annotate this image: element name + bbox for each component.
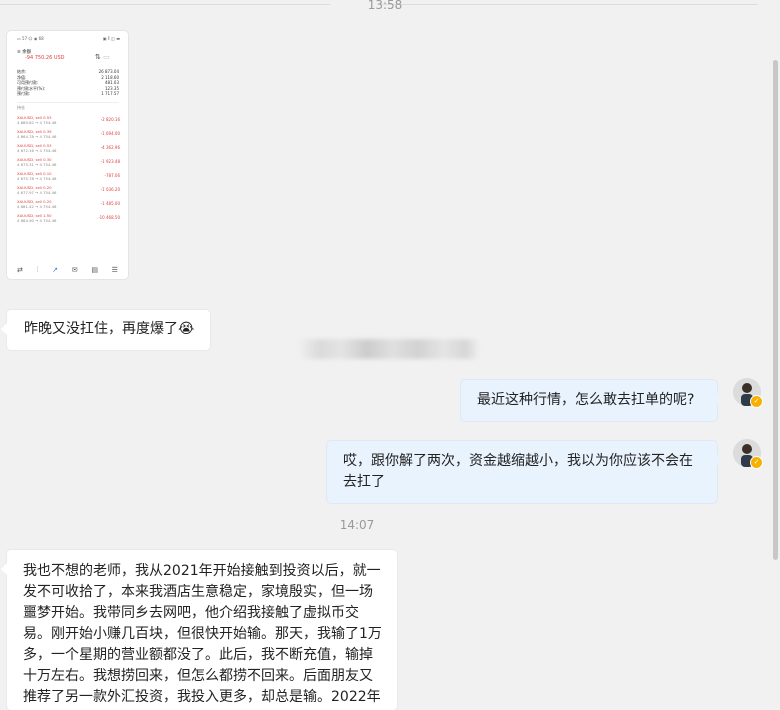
history-icon: ▤ <box>91 266 98 274</box>
timestamp: 13:58 <box>367 0 403 12</box>
status-right: ▣ ⁑ ◫ ▬ <box>102 36 120 41</box>
positions-list: XAUUSD, sell 0.53 4 689.82 → 4 754.46 -2 8… <box>17 115 120 227</box>
position-row: XAUUSD, sell 0.53 4 689.82 → 4 754.46 -2 8… <box>17 115 120 125</box>
phone-bottom-nav: ⇄ ⫶ ↗ ✉ ▤ ☰ <box>17 266 118 275</box>
bubble-tail <box>1 563 7 575</box>
blurred-content <box>298 339 480 359</box>
bubble-tail <box>717 454 723 466</box>
timestamp: 14:07 <box>339 518 375 532</box>
message-text: 哎，跟你解了两次，资金越缩越小，我以为你应该不会在去扛了 <box>343 453 693 490</box>
position-row: XAUUSD, sell 0.20 4 681.42 → 4 754.46 -1 4… <box>17 199 120 209</box>
message-text: 昨晚又没扛住，再度爆了😭 <box>24 321 195 337</box>
message-text: 我也不想的老师，我从2021年开始接触到投资以后，就一发不可收拾了，本来我酒店生… <box>23 563 382 705</box>
avatar[interactable]: ✓ <box>733 439 763 469</box>
account-value: -94 750.26 USD <box>25 55 65 61</box>
position-row: XAUUSD, sell 0.20 4 677.97 → 4 754.46 -1 0… <box>17 185 120 195</box>
sort-icon: ⇅ ▭ <box>95 53 110 61</box>
message-bubble-incoming[interactable]: 昨晚又没扛住，再度爆了😭 <box>1 310 210 350</box>
scrollbar[interactable] <box>770 0 780 694</box>
quotes-icon: ⇄ <box>17 266 23 274</box>
phone-status-bar: ▭ 57 ☺ ◉ 68 ▣ ⁑ ◫ ▬ <box>17 36 120 41</box>
bubble-tail <box>717 393 723 405</box>
scrollbar-thumb[interactable] <box>773 60 778 560</box>
trade-icon: ↗ <box>52 266 58 274</box>
position-row: XAUUSD, sell 0.53 4 672.16 → 4 754.46 -4 3… <box>17 143 120 153</box>
chat-icon: ☰ <box>111 266 118 274</box>
image-message[interactable]: ▭ 57 ☺ ◉ 68 ▣ ⁑ ◫ ▬ ≡ 余额 -94 750.26 USD … <box>7 31 128 279</box>
verified-badge-icon: ✓ <box>750 395 763 408</box>
status-left: ▭ 57 ☺ ◉ 68 <box>17 36 44 41</box>
mail-icon: ✉ <box>71 266 78 274</box>
summary-row: 预付款: 1 717.57 <box>17 91 119 97</box>
message-bubble-incoming[interactable]: 我也不想的老师，我从2021年开始接触到投资以后，就一发不可收拾了，本来我酒店生… <box>1 550 397 710</box>
chat-panel: 13:58 ▭ 57 ☺ ◉ 68 ▣ ⁑ ◫ ▬ ≡ 余额 -94 750.2… <box>0 0 770 710</box>
position-row: XAUUSD, sell 0.39 4 664.78 → 4 754.46 -1 6… <box>17 129 120 139</box>
menu-icon: ≡ <box>17 50 21 55</box>
message-bubble-outgoing[interactable]: 最近这种行情，怎么敢去扛单的呢? <box>461 380 723 421</box>
position-row: XAUUSD, sell 1.50 4 684.90 → 4 754.46 -10 … <box>17 213 120 223</box>
position-row: XAUUSD, sell 0.10 4 675.78 → 4 754.46 -787… <box>17 171 120 181</box>
position-row: XAUUSD, sell 0.30 4 675.31 → 4 754.46 -1 9… <box>17 157 120 167</box>
avatar[interactable]: ✓ <box>733 378 763 408</box>
account-summary: 结余: 26 873.04 净值: 2 118.60 可用预付款: 481.03 预付… <box>17 69 119 97</box>
verified-badge-icon: ✓ <box>750 456 763 469</box>
message-bubble-outgoing[interactable]: 哎，跟你解了两次，资金越缩越小，我以为你应该不会在去扛了 <box>327 441 723 503</box>
bubble-tail <box>1 323 7 335</box>
positions-header: 持仓 <box>17 102 119 111</box>
message-text: 最近这种行情，怎么敢去扛单的呢? <box>477 392 695 408</box>
chart-icon: ⫶ <box>36 266 39 274</box>
